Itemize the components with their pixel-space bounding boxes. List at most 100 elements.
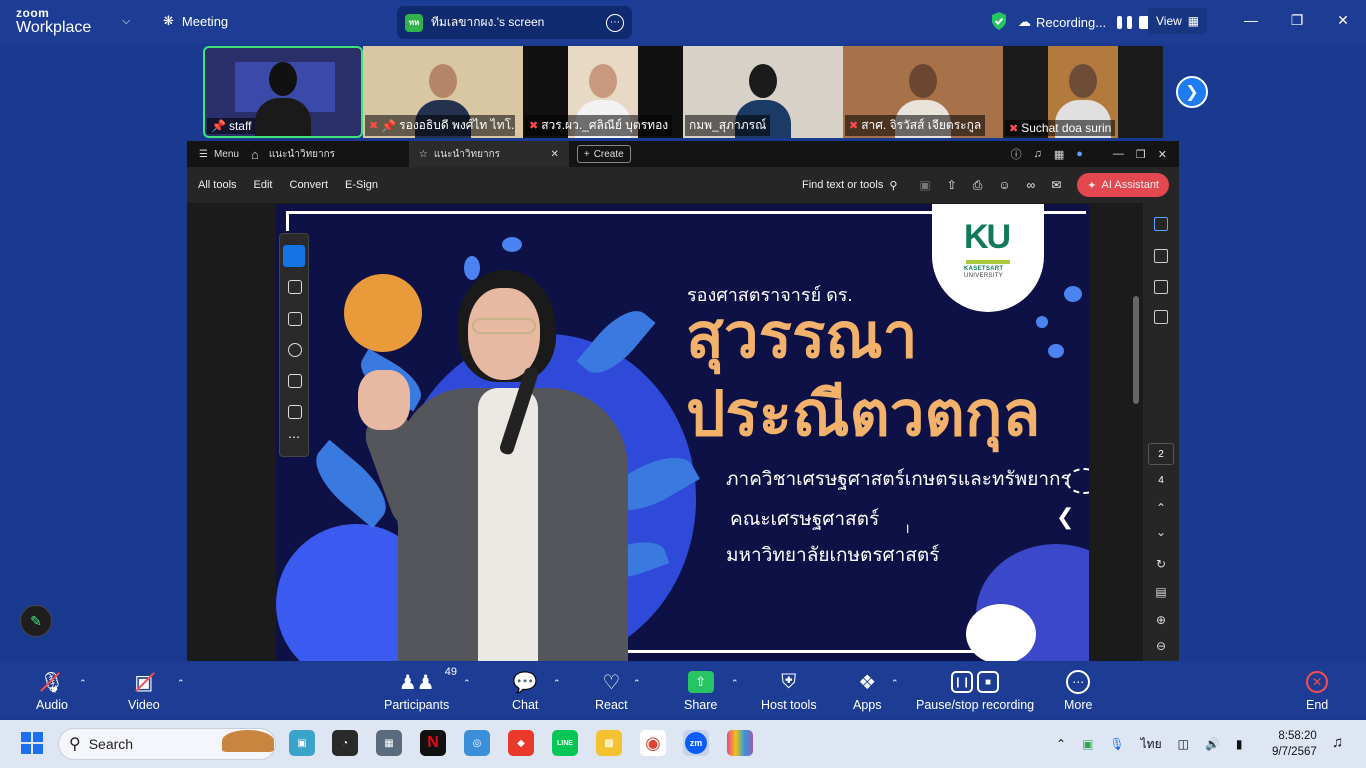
close-icon[interactable]: ✕ <box>1158 148 1167 161</box>
help-icon[interactable]: ⓘ <box>1011 146 1022 162</box>
share-user-icon[interactable]: ☺ <box>998 178 1010 192</box>
edit-menu[interactable]: Edit <box>254 179 273 191</box>
video-options-caret[interactable]: ⌃ <box>177 678 185 689</box>
close-tab-icon[interactable]: ✕ <box>550 149 558 160</box>
input-language[interactable]: ไทย <box>1141 735 1162 754</box>
view-menu[interactable]: View ▦ <box>1148 8 1208 34</box>
print-icon[interactable]: ⎙ <box>973 178 983 193</box>
zoom-in-icon[interactable]: ⊕ <box>1143 613 1179 627</box>
next-page-icon[interactable]: ⌄ <box>1143 525 1179 539</box>
bell-icon[interactable]: ♫ <box>1034 148 1042 160</box>
display-icon[interactable]: ◫ <box>1178 737 1189 751</box>
more-options-icon[interactable]: ⋯ <box>606 13 624 32</box>
taskbar-app-globe[interactable]: ◎ <box>464 730 490 756</box>
more-tools-icon[interactable]: ⋯ <box>288 430 300 444</box>
close-button[interactable]: ✕ <box>1320 0 1366 40</box>
video-button[interactable]: ▣ Video <box>128 668 160 713</box>
find-tools-search[interactable]: Find text or tools ⚲ <box>802 179 897 192</box>
audio-options-caret[interactable]: ⌃ <box>79 678 87 689</box>
mail-icon[interactable]: ✉ <box>1051 178 1061 192</box>
text-box-tool-icon[interactable] <box>288 374 302 388</box>
tray-app-icon[interactable]: ▣ <box>1082 737 1093 751</box>
zoom-logo[interactable]: zoom Workplace <box>16 7 91 36</box>
save-icon[interactable]: ▣ <box>919 178 930 192</box>
participants-button[interactable]: ♟♟ 49 Participants <box>384 666 457 712</box>
taskbar-app-calculator[interactable]: ▦ <box>376 730 402 756</box>
chat-button[interactable]: 💬 Chat <box>512 668 538 713</box>
video-tile[interactable]: ✖ Suchat doa surin <box>1003 46 1163 138</box>
audio-button[interactable]: 🎙 Audio <box>36 668 68 713</box>
host-tools-button[interactable]: ⛨ Host tools <box>761 668 817 713</box>
avatar[interactable]: ● <box>1076 148 1083 160</box>
extract-page-icon[interactable]: ▤ <box>1143 585 1179 599</box>
vertical-scrollbar[interactable] <box>1133 296 1139 404</box>
minimize-icon[interactable]: — <box>1113 148 1124 160</box>
pause-stop-recording-button[interactable]: ❙❙ ■ Pause/stop recording <box>916 668 1034 712</box>
minimize-button[interactable]: — <box>1228 0 1274 40</box>
apps-options-caret[interactable]: ⌃ <box>891 678 899 689</box>
comment-icon[interactable] <box>1154 249 1168 263</box>
ai-edit-icon[interactable] <box>1154 217 1168 231</box>
meeting-menu[interactable]: ❋ Meeting <box>163 13 228 29</box>
video-tile[interactable]: ✖ สาศ. จิรวัสส์ เจียตระกูล <box>843 46 1003 138</box>
taskbar-app-chrome[interactable]: ◉ <box>640 730 666 756</box>
chat-options-caret[interactable]: ⌃ <box>553 678 561 689</box>
restore-icon[interactable]: ❐ <box>1136 148 1146 161</box>
taskbar-app-netflix[interactable]: N <box>420 730 446 756</box>
taskbar-app-file-explorer[interactable]: ▩ <box>596 730 622 756</box>
video-tile[interactable]: ✖ 📌 รองอธิบดี พงศ์ไท ไทโ... <box>363 46 523 138</box>
more-button[interactable]: ⋯ More <box>1064 668 1092 712</box>
chevron-down-icon[interactable]: ⌵ <box>122 15 130 28</box>
comment-tool-icon[interactable] <box>288 280 302 294</box>
show-hidden-icons-caret[interactable]: ⌃ <box>1056 737 1066 751</box>
taskbar-app-anydesk[interactable]: ◆ <box>508 730 534 756</box>
system-clock[interactable]: 8:58:20 9/7/2567 <box>1272 728 1317 760</box>
tab-document-2[interactable]: ☆ แนะนำวิทยากร ✕ <box>408 141 569 167</box>
volume-icon[interactable]: 🔊 <box>1205 737 1220 751</box>
current-page-input[interactable]: 2 <box>1148 443 1174 465</box>
create-button[interactable]: + Create <box>576 145 631 163</box>
rotate-icon[interactable]: ↻ <box>1143 557 1179 571</box>
apps-grid-icon[interactable]: ▦ <box>1054 148 1064 161</box>
highlight-tool-icon[interactable] <box>288 312 302 326</box>
battery-icon[interactable]: ▮ <box>1236 737 1243 751</box>
maximize-button[interactable]: ❐ <box>1274 0 1320 40</box>
react-button[interactable]: ♡ React <box>595 668 628 713</box>
gallery-next-button[interactable]: ❯ <box>1176 76 1208 108</box>
start-button[interactable] <box>21 732 43 754</box>
shared-screen-indicator[interactable]: ทห ทีมเลขากผง.'s screen ⋯ <box>397 6 632 39</box>
taskbar-app-speedometer[interactable]: ◔ <box>332 730 358 756</box>
previous-page-icon[interactable]: ⌃ <box>1143 501 1179 515</box>
video-tile[interactable]: ✖ สวร.ผว._ศลิณีย์ บุตรทอง <box>523 46 683 138</box>
bookmark-icon[interactable] <box>1154 280 1168 294</box>
taskbar-app-colorful[interactable] <box>727 730 753 756</box>
video-tile-staff[interactable]: 📌 staff <box>203 46 363 138</box>
all-tools-menu[interactable]: All tools <box>198 179 237 191</box>
home-icon[interactable]: ⌂ <box>251 147 259 162</box>
participants-options-caret[interactable]: ⌃ <box>463 678 471 689</box>
encryption-shield-icon[interactable] <box>990 11 1008 31</box>
annotate-pencil-button[interactable]: ✎ <box>20 605 52 637</box>
notification-bell-icon[interactable]: ♫ <box>1332 734 1343 751</box>
acrobat-menu-button[interactable]: ☰ Menu <box>187 149 251 160</box>
link-icon[interactable]: ∞ <box>1027 178 1036 192</box>
taskbar-app-line[interactable]: LINE <box>552 730 578 756</box>
pages-icon[interactable] <box>1154 310 1168 324</box>
select-tool-icon[interactable] <box>283 245 305 267</box>
pause-recording-icon[interactable] <box>1117 15 1123 29</box>
taskbar-app-zoom[interactable]: zm <box>683 730 709 756</box>
lasso-tool-icon[interactable] <box>288 343 302 357</box>
esign-menu[interactable]: E-Sign <box>345 179 378 191</box>
microphone-tray-icon[interactable]: 🎙 <box>1109 737 1124 751</box>
zoom-out-icon[interactable]: ⊖ <box>1143 639 1179 653</box>
ai-assistant-button[interactable]: ✦ AI Assistant <box>1077 173 1169 197</box>
video-tile[interactable]: กมพ_สุภาภรณ์ <box>683 46 843 138</box>
tab-document-1[interactable]: แนะนำวิทยากร <box>259 141 409 167</box>
apps-button[interactable]: ❖ Apps <box>853 668 882 713</box>
taskbar-app-screen-sketch[interactable]: ▣ <box>289 730 315 756</box>
upload-icon[interactable]: ⇧ <box>947 178 957 192</box>
share-button[interactable]: ⇧ Share <box>684 668 717 712</box>
react-options-caret[interactable]: ⌃ <box>633 678 641 689</box>
convert-menu[interactable]: Convert <box>290 179 329 191</box>
recording-indicator[interactable]: ☁ Recording... <box>1018 14 1153 30</box>
